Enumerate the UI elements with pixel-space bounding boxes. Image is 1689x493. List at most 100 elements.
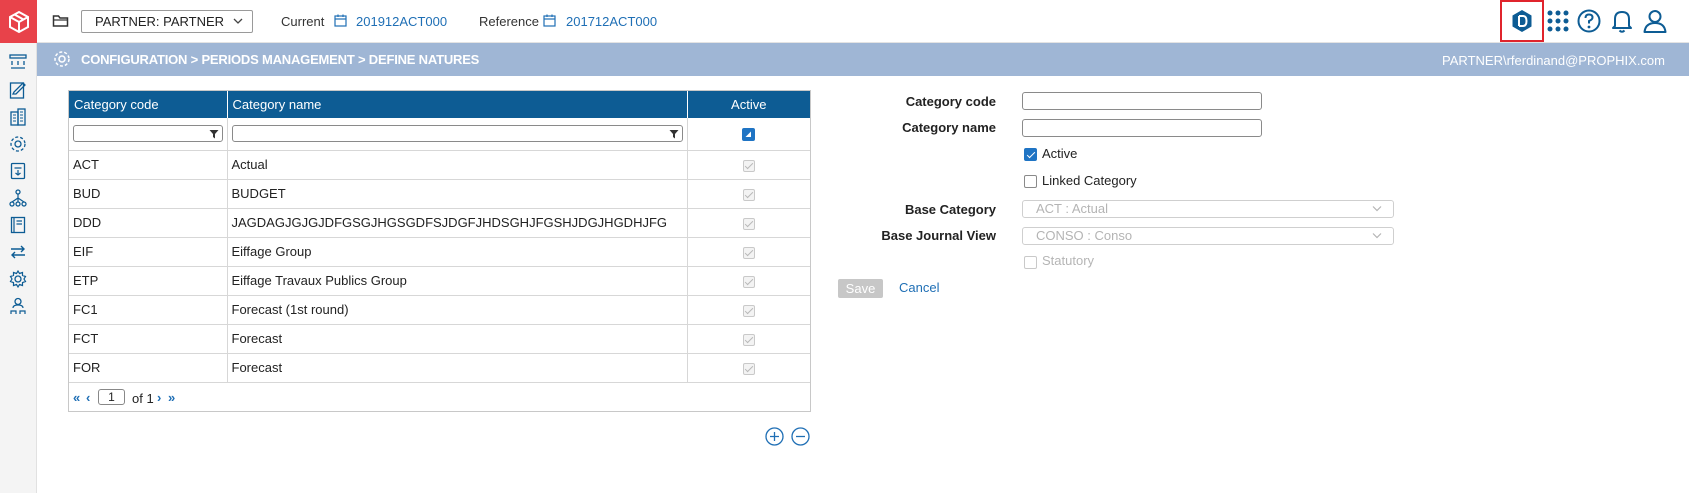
active-readonly-checkbox (742, 246, 755, 259)
active-cell (687, 324, 810, 354)
base-journal-view-value: CONSO : Conso (1036, 228, 1133, 243)
users-icon[interactable] (8, 296, 28, 316)
category-name-label: Category name (902, 120, 996, 135)
building-icon[interactable] (8, 107, 28, 127)
active-cell (687, 179, 810, 209)
folder-icon[interactable] (52, 13, 70, 29)
apps-grid-icon[interactable] (1545, 8, 1571, 34)
category-code-cell: ETP (69, 266, 228, 296)
filter-icon[interactable] (209, 129, 219, 139)
filter-icon[interactable] (669, 129, 679, 139)
active-readonly-checkbox (742, 362, 755, 375)
book-icon[interactable] (8, 215, 28, 235)
chevron-down-icon (1372, 233, 1382, 239)
category-name-cell: Eiffage Group (227, 237, 688, 267)
page-number-input[interactable]: 1 (98, 388, 125, 405)
active-cell (687, 266, 810, 296)
category-name-cell: BUDGET (227, 179, 688, 209)
active-readonly-checkbox (742, 333, 755, 346)
gear-network-icon[interactable] (8, 134, 28, 154)
active-readonly-checkbox (742, 159, 755, 172)
chevron-down-icon (1372, 206, 1382, 212)
statutory-checkbox[interactable] (1024, 256, 1037, 269)
settings-icon[interactable] (8, 269, 28, 289)
category-code-cell: FCT (69, 324, 228, 354)
chevron-down-icon (233, 18, 243, 24)
active-cell (687, 208, 810, 238)
category-name-field[interactable] (1022, 119, 1262, 137)
remove-row-icon[interactable] (791, 427, 810, 446)
last-page-button[interactable]: » (168, 390, 175, 405)
hierarchy-icon[interactable] (8, 188, 28, 208)
statutory-label: Statutory (1042, 253, 1095, 268)
bell-icon[interactable] (1609, 8, 1635, 34)
category-code-label: Category code (905, 94, 996, 109)
edit-form-icon[interactable] (8, 80, 28, 100)
save-button[interactable]: Save (838, 279, 883, 298)
cancel-link[interactable]: Cancel (899, 280, 939, 295)
next-page-button[interactable]: › (157, 390, 161, 405)
category-code-cell: BUD (69, 179, 228, 209)
active-readonly-checkbox (742, 275, 755, 288)
reference-period-link[interactable]: 201712ACT000 (566, 14, 657, 29)
category-name-cell: JAGDAGJGJGJDFGSGJHGSGDFSJDGFJHDSGHJFGSHJ… (227, 208, 688, 238)
base-category-select[interactable]: ACT : Actual (1022, 200, 1394, 218)
category-name-cell: Forecast (227, 353, 688, 383)
breadcrumb-separator: > (187, 52, 202, 67)
column-header-category-code[interactable]: Category code (69, 91, 228, 118)
pagination: « ‹ 1 of 1 › » (69, 383, 810, 411)
category-name-cell: Forecast (1st round) (227, 295, 688, 325)
category-code-cell: DDD (69, 208, 228, 238)
gear-icon (54, 51, 70, 67)
active-cell (687, 237, 810, 267)
current-period-link[interactable]: 201912ACT000 (356, 14, 447, 29)
partner-select-value: PARTNER: PARTNER (95, 14, 225, 29)
partner-select[interactable]: PARTNER: PARTNER (81, 10, 253, 33)
breadcrumb: CONFIGURATION > PERIODS MANAGEMENT > DEF… (81, 52, 479, 67)
table-row[interactable]: ETP Eiffage Travaux Publics Group (69, 266, 810, 296)
category-code-field[interactable] (1022, 92, 1262, 110)
table-row[interactable]: EIF Eiffage Group (69, 237, 810, 267)
breadcrumb-separator: > (354, 52, 369, 67)
first-page-button[interactable]: « (73, 390, 80, 405)
process-icon[interactable] (8, 52, 28, 72)
prophix-logo-icon[interactable] (0, 0, 37, 43)
category-code-cell: FC1 (69, 295, 228, 325)
table-row[interactable]: FC1 Forecast (1st round) (69, 295, 810, 325)
breadcrumb-configuration[interactable]: CONFIGURATION (81, 52, 187, 67)
help-icon[interactable] (1576, 8, 1602, 34)
table-row[interactable]: FOR Forecast (69, 353, 810, 383)
badge-icon[interactable] (1509, 8, 1535, 34)
add-row-icon[interactable] (765, 427, 784, 446)
report-icon[interactable] (8, 161, 28, 181)
linked-category-checkbox[interactable] (1024, 175, 1037, 188)
breadcrumb-define-natures: DEFINE NATURES (368, 52, 480, 67)
table-row[interactable]: DDD JAGDAGJGJGJDFGSGJHGSGDFSJDGFJHDSGHJFG… (69, 208, 810, 238)
breadcrumb-bar: CONFIGURATION > PERIODS MANAGEMENT > DEF… (37, 43, 1689, 76)
breadcrumb-periods-management[interactable]: PERIODS MANAGEMENT (201, 52, 354, 67)
table-row[interactable]: FCT Forecast (69, 324, 810, 354)
category-code-cell: EIF (69, 237, 228, 267)
calendar-icon[interactable] (543, 14, 556, 27)
active-checkbox[interactable] (1024, 148, 1037, 161)
category-name-cell: Actual (227, 150, 688, 180)
linked-category-label: Linked Category (1042, 173, 1137, 188)
calendar-icon[interactable] (334, 14, 347, 27)
category-code-cell: FOR (69, 353, 228, 383)
active-cell (687, 150, 810, 180)
base-category-label: Base Category (904, 202, 996, 217)
base-journal-view-select[interactable]: CONSO : Conso (1022, 227, 1394, 245)
table-row[interactable]: ACT Actual (69, 150, 810, 180)
active-filter-checkbox[interactable] (742, 128, 756, 142)
category-name-filter-input[interactable] (231, 125, 683, 143)
active-readonly-checkbox (742, 304, 755, 317)
column-header-category-name[interactable]: Category name (227, 91, 688, 118)
prev-page-button[interactable]: ‹ (86, 390, 90, 405)
category-code-filter-input[interactable] (73, 125, 223, 143)
column-header-active[interactable]: Active (687, 91, 810, 118)
table-row[interactable]: BUD BUDGET (69, 179, 810, 209)
user-icon[interactable] (1642, 8, 1668, 34)
transfer-icon[interactable] (8, 242, 28, 262)
category-name-cell: Eiffage Travaux Publics Group (227, 266, 688, 296)
base-journal-view-label: Base Journal View (881, 228, 996, 243)
